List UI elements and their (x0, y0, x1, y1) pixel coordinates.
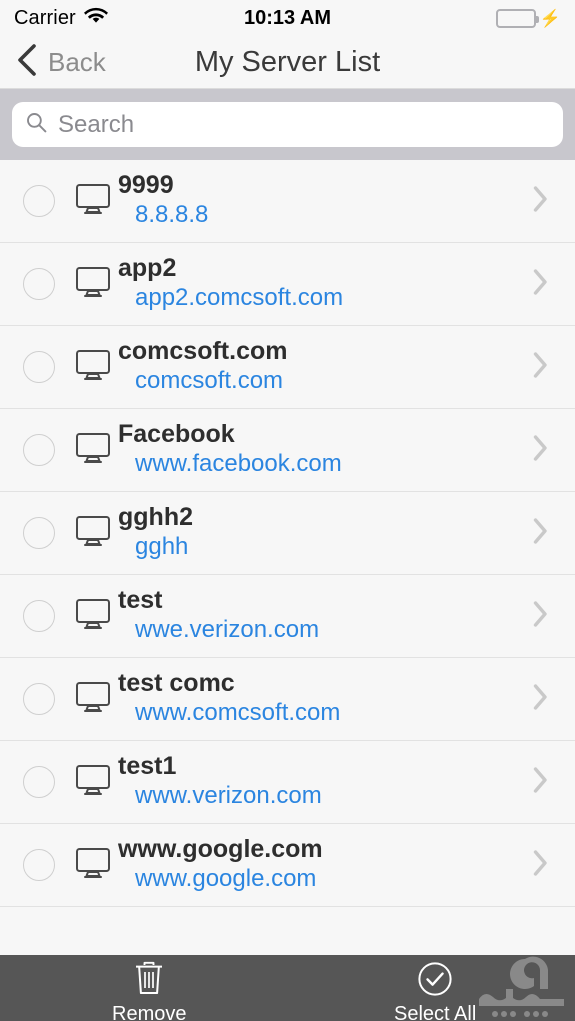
chevron-right-icon[interactable] (532, 766, 549, 799)
radio-unchecked-icon[interactable] (23, 683, 55, 715)
server-name: www.google.com (118, 835, 323, 863)
chevron-right-icon[interactable] (532, 185, 549, 218)
app-screen: Carrier 10:13 AM ⚡ Back My Server List S… (0, 0, 575, 1021)
carrier-label: Carrier (14, 6, 76, 29)
server-list: 9999 8.8.8.8 app2 app2.comcsoft.com comcsoft… (0, 160, 575, 907)
radio-unchecked-icon[interactable] (23, 517, 55, 549)
select-all-button[interactable]: Select All (394, 961, 476, 1021)
status-bar-left: Carrier (14, 7, 108, 30)
chevron-right-icon[interactable] (532, 434, 549, 467)
search-input[interactable]: Search (58, 111, 134, 139)
server-name: test1 (118, 752, 177, 780)
chevron-right-icon[interactable] (532, 268, 549, 301)
remove-button-label: Remove (112, 1003, 187, 1021)
table-row[interactable]: test comc www.comcsoft.com (0, 658, 575, 741)
monitor-icon (75, 432, 111, 469)
server-address: www.facebook.com (135, 450, 342, 478)
bolt-icon: ⚡ (539, 8, 561, 28)
table-row[interactable]: Facebook www.facebook.com (0, 409, 575, 492)
app-watermark-logo (469, 955, 573, 1021)
row-text: app2 app2.comcsoft.com (118, 255, 532, 313)
row-text: test1 www.verizon.com (118, 753, 532, 811)
row-text: www.google.com www.google.com (118, 836, 532, 894)
server-name: test (118, 586, 163, 614)
monitor-icon (75, 183, 111, 220)
row-text: comcsoft.com comcsoft.com (118, 338, 532, 396)
row-text: gghh2 gghh (118, 504, 532, 562)
radio-unchecked-icon[interactable] (23, 185, 55, 217)
server-address: www.comcsoft.com (135, 699, 341, 727)
server-name: 9999 (118, 171, 174, 199)
table-row[interactable]: test1 www.verizon.com (0, 741, 575, 824)
monitor-icon (75, 681, 111, 718)
chevron-right-icon[interactable] (532, 517, 549, 550)
radio-unchecked-icon[interactable] (23, 434, 55, 466)
bottom-toolbar: Remove Select All (0, 955, 575, 1021)
select-all-button-label: Select All (394, 1003, 477, 1021)
radio-unchecked-icon[interactable] (23, 600, 55, 632)
server-address: wwe.verizon.com (135, 616, 320, 644)
monitor-icon (75, 515, 111, 552)
row-text: test comc www.comcsoft.com (118, 670, 532, 728)
battery-icon (495, 8, 539, 28)
search-field[interactable]: Search (12, 102, 563, 147)
chevron-right-icon[interactable] (532, 849, 549, 882)
server-name: Facebook (118, 420, 235, 448)
server-name: gghh2 (118, 503, 193, 531)
wifi-icon (83, 7, 108, 30)
server-address: 8.8.8.8 (135, 201, 209, 229)
chevron-right-icon[interactable] (532, 600, 549, 633)
back-button[interactable]: Back (0, 43, 106, 82)
server-name: app2 (118, 254, 177, 282)
chevron-left-icon (16, 43, 38, 82)
table-row[interactable]: www.google.com www.google.com (0, 824, 575, 907)
status-bar-right: ⚡ (495, 8, 561, 28)
table-row[interactable]: 9999 8.8.8.8 (0, 160, 575, 243)
list-bottom-spacer (0, 907, 575, 945)
server-address: www.google.com (135, 865, 317, 893)
chevron-right-icon[interactable] (532, 351, 549, 384)
monitor-icon (75, 598, 111, 635)
remove-button[interactable]: Remove (112, 961, 186, 1021)
server-address: gghh (135, 533, 189, 561)
radio-unchecked-icon[interactable] (23, 849, 55, 881)
status-bar: Carrier 10:13 AM ⚡ (0, 0, 575, 36)
radio-unchecked-icon[interactable] (23, 766, 55, 798)
monitor-icon (75, 349, 111, 386)
navigation-bar: Back My Server List (0, 36, 575, 89)
table-row[interactable]: app2 app2.comcsoft.com (0, 243, 575, 326)
table-row[interactable]: comcsoft.com comcsoft.com (0, 326, 575, 409)
server-address: comcsoft.com (135, 367, 284, 395)
monitor-icon (75, 764, 111, 801)
server-name: test comc (118, 669, 235, 697)
row-text: test wwe.verizon.com (118, 587, 532, 645)
row-text: Facebook www.facebook.com (118, 421, 532, 479)
radio-unchecked-icon[interactable] (23, 351, 55, 383)
monitor-icon (75, 266, 111, 303)
server-address: app2.comcsoft.com (135, 284, 344, 312)
trash-icon (132, 961, 166, 1002)
monitor-icon (75, 847, 111, 884)
search-icon (26, 112, 47, 138)
radio-unchecked-icon[interactable] (23, 268, 55, 300)
row-text: 9999 8.8.8.8 (118, 172, 532, 230)
table-row[interactable]: gghh2 gghh (0, 492, 575, 575)
check-circle-icon (417, 961, 453, 1002)
server-address: www.verizon.com (135, 782, 322, 810)
search-bar-container: Search (0, 89, 575, 160)
back-button-label: Back (48, 46, 106, 77)
chevron-right-icon[interactable] (532, 683, 549, 716)
server-name: comcsoft.com (118, 337, 288, 365)
table-row[interactable]: test wwe.verizon.com (0, 575, 575, 658)
